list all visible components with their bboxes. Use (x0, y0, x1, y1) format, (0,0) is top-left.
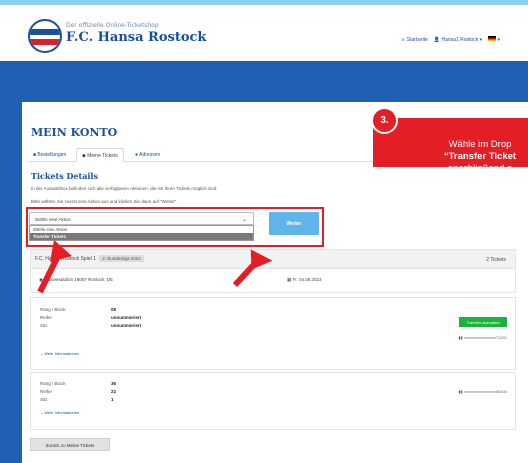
arrow-icon (37, 240, 72, 294)
annotation-arrows (37, 240, 273, 294)
callout-line-1: Wähle im Drop (448, 139, 512, 150)
step-number-badge: 3. (371, 107, 398, 134)
arrow-icon (232, 249, 273, 288)
callout-line-3: anschließend a (447, 163, 513, 174)
callout-line-2: “Transfer Ticket (443, 151, 517, 162)
